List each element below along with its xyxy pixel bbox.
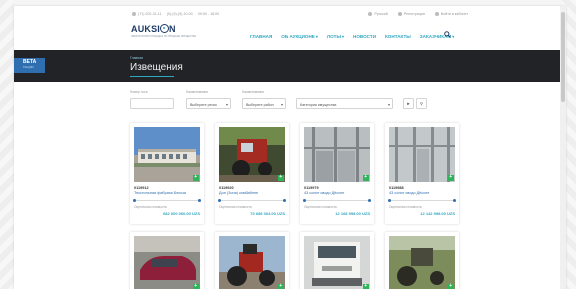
- lot-image: +: [134, 127, 200, 182]
- lot-image: +: [219, 127, 285, 182]
- lot-card[interactable]: +: [215, 232, 289, 289]
- phone-number-2: (0)-(9)-(9)-10-00: [166, 12, 193, 16]
- scrollbar-thumb[interactable]: [561, 12, 565, 102]
- lot-image: +: [219, 236, 285, 289]
- search-icon[interactable]: [444, 31, 451, 38]
- lot-number: 0119920: [219, 186, 234, 190]
- lot-card[interactable]: + 0119912 Текстильная фабрика Бекоза Оце…: [130, 123, 204, 224]
- lot-name[interactable]: Дон (Зона) комбайнне: [219, 191, 285, 195]
- add-to-favorites-button[interactable]: +: [193, 284, 199, 289]
- phone-number: (71) 202-31-11: [138, 12, 162, 16]
- lot-image: +: [389, 236, 455, 289]
- logo-o-icon: [160, 24, 170, 33]
- logo-text-a: AUKSI: [131, 24, 161, 34]
- district-select[interactable]: Выберите район: [242, 98, 286, 109]
- lot-number: 0119988: [389, 186, 404, 190]
- lot-image: +: [389, 127, 455, 182]
- lot-image: +: [304, 236, 370, 289]
- estimate-label: Оценочная стоимость:: [134, 205, 168, 209]
- lot-image: +: [134, 236, 200, 289]
- breadcrumb[interactable]: Главная: [130, 56, 143, 60]
- estimate-label: Оценочная стоимость:: [304, 205, 338, 209]
- add-to-favorites-button[interactable]: +: [278, 284, 284, 289]
- search-filter-button[interactable]: ⚲: [416, 98, 427, 109]
- add-to-favorites-button[interactable]: +: [193, 175, 199, 181]
- globe-icon: [368, 12, 373, 17]
- lot-card[interactable]: +: [130, 232, 204, 289]
- beta-badge: BETA TALQIN: [14, 58, 45, 73]
- site-header: AUKSI N ЭЛЕКТРОННАЯ ПЛОЩАДКА ПО ПРОДАЖЕ И…: [14, 20, 560, 50]
- lot-number: 0119979: [304, 186, 319, 190]
- nav-item-contacts[interactable]: КОНТАКТЫ: [385, 34, 411, 39]
- lot-image: +: [304, 127, 370, 182]
- lot-name[interactable]: 43 солит сводо Дёссне: [389, 191, 455, 195]
- lot-card[interactable]: +: [300, 232, 374, 289]
- phone-icon: [132, 12, 136, 17]
- top-bar-links: Русский Регистрация Войти в кабинет: [368, 12, 468, 17]
- logo-text-b: N: [169, 24, 176, 34]
- district-label: Наименование: [242, 90, 265, 94]
- nav-item-news[interactable]: НОВОСТИ: [353, 34, 376, 39]
- auction-progress: [303, 199, 371, 202]
- register-link[interactable]: Регистрация: [397, 12, 425, 17]
- nav-item-lots[interactable]: ЛОТЫ: [327, 34, 344, 39]
- lot-number: 0119912: [134, 186, 149, 190]
- site-logo[interactable]: AUKSI N ЭЛЕКТРОННАЯ ПЛОЩАДКА ПО ПРОДАЖЕ И…: [131, 24, 201, 44]
- browser-page: (71) 202-31-11 · (0)-(9)-(9)-10-00 · 09:…: [14, 6, 566, 289]
- lot-card[interactable]: + 0119920 Дон (Зона) комбайнне Оценочная…: [215, 123, 289, 224]
- scrollbar[interactable]: [560, 6, 566, 289]
- filter-bar: Номер лота Наименование Выберите регио Н…: [14, 86, 560, 116]
- lot-price: 70 689 304.00 UZS: [250, 211, 285, 216]
- region-label: Наименование: [186, 90, 209, 94]
- nav-item-home[interactable]: ГЛАВНАЯ: [250, 34, 272, 39]
- lot-card[interactable]: +: [385, 232, 459, 289]
- add-to-favorites-button[interactable]: +: [363, 175, 369, 181]
- lot-price: 12 168 998.00 UZS: [335, 211, 370, 216]
- contact-info: (71) 202-31-11 · (0)-(9)-(9)-10-00 · 09:…: [132, 12, 220, 17]
- logo-subtitle: ЭЛЕКТРОННАЯ ПЛОЩАДКА ПО ПРОДАЖЕ ИМУЩЕСТВ…: [131, 35, 197, 38]
- working-hours: 09:00 - 18:00: [197, 12, 220, 16]
- language-select[interactable]: Русский: [368, 12, 388, 17]
- main-nav: ГЛАВНАЯ ОБ АУКЦИОНЕ ЛОТЫ НОВОСТИ КОНТАКТ…: [250, 34, 454, 39]
- page-title: Извещения: [130, 62, 183, 73]
- lot-number-label: Номер лота: [130, 90, 148, 94]
- add-to-favorites-button[interactable]: +: [278, 175, 284, 181]
- auction-progress: [218, 199, 286, 202]
- page-banner: BETA TALQIN Главная Извещения: [14, 50, 560, 82]
- add-to-favorites-button[interactable]: +: [448, 175, 454, 181]
- lot-price: 682 000 000.00 UZS: [163, 211, 200, 216]
- lock-icon: [434, 12, 439, 17]
- auction-progress: [388, 199, 456, 202]
- lot-price: 12 142 998.00 UZS: [420, 211, 455, 216]
- title-underline: [130, 76, 174, 78]
- lot-name[interactable]: 43 солит сводо Дёссне: [304, 191, 370, 195]
- top-bar: (71) 202-31-11 · (0)-(9)-(9)-10-00 · 09:…: [14, 6, 560, 20]
- login-link[interactable]: Войти в кабинет: [434, 12, 468, 17]
- auction-progress: [133, 199, 201, 202]
- user-icon: [397, 12, 402, 17]
- category-select[interactable]: Категория имущества: [296, 98, 393, 109]
- lot-card[interactable]: + 0119988 43 солит сводо Дёссне Оценочна…: [385, 123, 459, 224]
- apply-filter-button[interactable]: ►: [403, 98, 414, 109]
- add-to-favorites-button[interactable]: +: [363, 284, 369, 289]
- region-select[interactable]: Выберите регио: [186, 98, 231, 109]
- lot-name[interactable]: Текстильная фабрика Бекоза: [134, 191, 200, 195]
- estimate-label: Оценочная стоимость:: [219, 205, 253, 209]
- nav-item-about[interactable]: ОБ АУКЦИОНЕ: [281, 34, 318, 39]
- pattern-left: [0, 0, 14, 289]
- estimate-label: Оценочная стоимость:: [389, 205, 423, 209]
- lot-number-input[interactable]: [130, 98, 174, 109]
- add-to-favorites-button[interactable]: +: [448, 284, 454, 289]
- lot-card[interactable]: + 0119979 43 солит сводо Дёссне Оценочна…: [300, 123, 374, 224]
